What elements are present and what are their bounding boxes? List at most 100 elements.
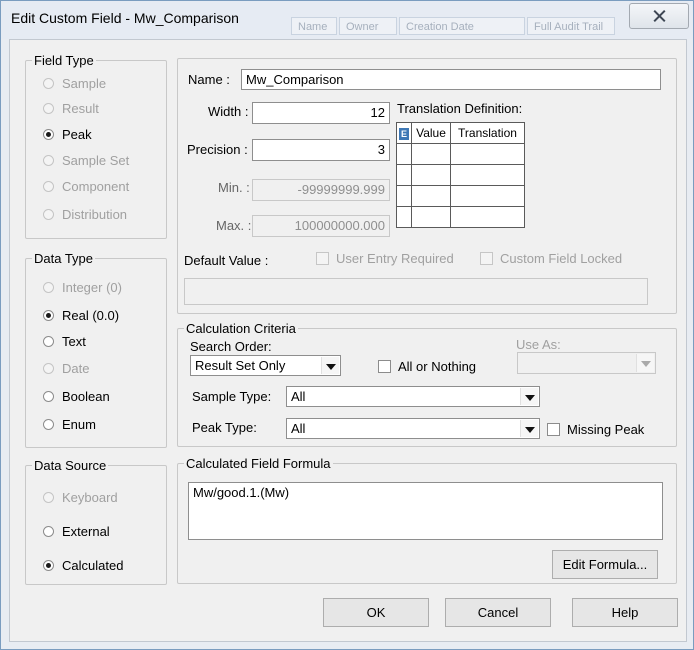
radio-data-source-calculated[interactable]: Calculated	[43, 558, 123, 573]
radio-label: Boolean	[62, 389, 110, 404]
width-label: Width :	[208, 104, 249, 119]
data-type-legend: Data Type	[34, 251, 94, 266]
max-field: 100000000.000	[252, 215, 390, 237]
search-order-label: Search Order:	[190, 339, 272, 354]
title-bar: Name Owner Creation Date Full Audit Trai…	[1, 1, 693, 39]
background-column-header: Creation Date	[399, 17, 525, 35]
radio-circle	[43, 78, 54, 89]
radio-label: Keyboard	[62, 490, 118, 505]
radio-label: Calculated	[62, 558, 124, 573]
radio-data-type-integer[interactable]: Integer (0)	[43, 280, 122, 295]
radio-circle	[43, 419, 54, 430]
radio-circle	[43, 492, 54, 503]
precision-label: Precision :	[187, 142, 248, 157]
all-or-nothing-checkbox[interactable]: All or Nothing	[378, 359, 476, 374]
max-label: Max. :	[216, 218, 252, 233]
dialog-window: Name Owner Creation Date Full Audit Trai…	[0, 0, 694, 650]
radio-data-type-text[interactable]: Text	[43, 334, 86, 349]
radio-circle	[43, 181, 54, 192]
checkbox-label: User Entry Required	[336, 251, 454, 266]
dropdown-value: Result Set Only	[195, 358, 286, 373]
radio-data-type-boolean[interactable]: Boolean	[43, 389, 110, 404]
sample-type-label: Sample Type:	[192, 389, 272, 404]
close-button[interactable]	[629, 3, 689, 29]
radio-field-type-distribution[interactable]: Distribution	[43, 207, 127, 222]
radio-label: Result	[62, 101, 99, 116]
custom-field-locked-checkbox[interactable]: Custom Field Locked	[480, 251, 622, 266]
radio-label: Sample Set	[62, 153, 130, 168]
cancel-button[interactable]: Cancel	[445, 598, 551, 627]
radio-circle	[43, 391, 54, 402]
window-title: Edit Custom Field - Mw_Comparison	[11, 10, 239, 26]
table-row[interactable]	[396, 164, 525, 186]
min-label: Min. :	[218, 180, 250, 195]
default-value-field	[184, 278, 648, 305]
ok-button[interactable]: OK	[323, 598, 429, 627]
background-column-header: Full Audit Trail	[527, 17, 615, 35]
radio-label: Sample	[62, 76, 107, 91]
radio-data-type-date[interactable]: Date	[43, 361, 89, 376]
checkbox-label: Missing Peak	[567, 422, 645, 437]
radio-data-type-enum[interactable]: Enum	[43, 417, 96, 432]
edit-grid-icon: E	[399, 128, 409, 140]
name-label: Name :	[188, 72, 230, 87]
radio-data-source-keyboard[interactable]: Keyboard	[43, 490, 118, 505]
user-entry-required-checkbox[interactable]: User Entry Required	[316, 251, 454, 266]
radio-label: Real (0.0)	[62, 308, 120, 323]
data-source-legend: Data Source	[34, 458, 107, 473]
radio-circle	[43, 363, 54, 374]
help-button[interactable]: Help	[572, 598, 678, 627]
radio-field-type-peak[interactable]: Peak	[43, 127, 92, 142]
min-field: -99999999.999	[252, 179, 390, 201]
background-column-header: Owner	[339, 17, 397, 35]
checkbox-box	[480, 252, 493, 265]
name-field[interactable]: Mw_Comparison	[241, 69, 661, 90]
radio-field-type-result[interactable]: Result	[43, 101, 99, 116]
use-as-dropdown	[517, 352, 656, 374]
table-corner: E	[396, 122, 412, 144]
dropdown-value: All	[291, 421, 306, 436]
radio-field-type-component[interactable]: Component	[43, 179, 129, 194]
table-row[interactable]	[396, 143, 525, 165]
formula-text-area[interactable]: Mw/good.1.(Mw)	[188, 482, 663, 540]
precision-field[interactable]: 3	[252, 139, 390, 161]
table-row[interactable]	[396, 206, 525, 228]
radio-circle	[43, 103, 54, 114]
translation-column-header[interactable]: Translation	[450, 122, 525, 144]
radio-circle	[43, 336, 54, 347]
radio-data-type-real[interactable]: Real (0.0)	[43, 308, 119, 323]
peak-type-dropdown[interactable]: All	[286, 418, 540, 439]
radio-field-type-sample[interactable]: Sample	[43, 76, 106, 91]
translation-definition-label: Translation Definition:	[397, 101, 523, 116]
missing-peak-checkbox[interactable]: Missing Peak	[547, 422, 644, 437]
sample-type-dropdown[interactable]: All	[286, 386, 540, 407]
checkbox-box	[316, 252, 329, 265]
chevron-down-icon[interactable]	[321, 357, 339, 374]
radio-circle	[43, 310, 54, 321]
radio-label: Component	[62, 179, 130, 194]
radio-label: Text	[62, 334, 86, 349]
search-order-dropdown[interactable]: Result Set Only	[190, 355, 341, 376]
checkbox-box	[378, 360, 391, 373]
radio-label: Distribution	[62, 207, 128, 222]
width-field[interactable]: 12	[252, 102, 390, 124]
radio-field-type-sample-set[interactable]: Sample Set	[43, 153, 129, 168]
edit-formula-button[interactable]: Edit Formula...	[552, 550, 658, 579]
translation-table[interactable]: E Value Translation	[396, 122, 525, 228]
translation-header-row: E Value Translation	[396, 122, 525, 144]
radio-data-source-external[interactable]: External	[43, 524, 110, 539]
chevron-down-icon	[636, 354, 654, 372]
checkbox-box	[547, 423, 560, 436]
radio-circle	[43, 282, 54, 293]
formula-legend: Calculated Field Formula	[186, 456, 331, 471]
radio-circle	[43, 209, 54, 220]
value-column-header[interactable]: Value	[411, 122, 451, 144]
table-row[interactable]	[396, 185, 525, 207]
chevron-down-icon[interactable]	[520, 388, 538, 405]
background-column-header: Name	[291, 17, 337, 35]
radio-label: Peak	[62, 127, 92, 142]
radio-circle	[43, 560, 54, 571]
chevron-down-icon[interactable]	[520, 420, 538, 437]
dropdown-value: All	[291, 389, 306, 404]
radio-label: Date	[62, 361, 90, 376]
